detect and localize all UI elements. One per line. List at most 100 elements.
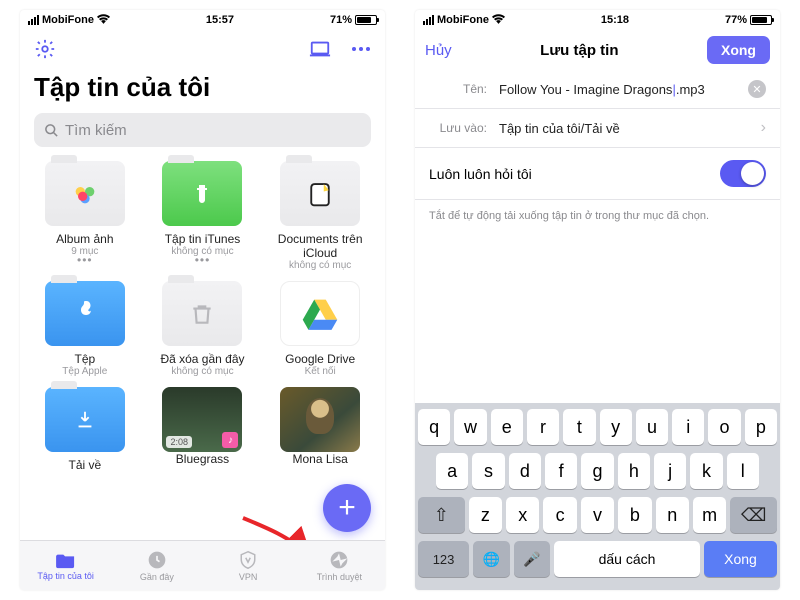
nav-bar: Hủy Lưu tập tin Xong — [415, 30, 780, 70]
key-shift[interactable]: ⇧ — [418, 497, 465, 533]
key-return[interactable]: Xong — [704, 541, 777, 577]
chevron-right-icon: › — [761, 119, 766, 137]
clear-icon[interactable]: ✕ — [748, 80, 766, 98]
tile-bluegrass[interactable]: 2:08 ♪ Bluegrass — [144, 387, 262, 472]
nav-title: Lưu tập tin — [540, 42, 618, 59]
right-screen: MobiFone 15:18 77% Hủy Lưu tập tin Xong … — [415, 10, 780, 590]
filename-input[interactable]: Follow You - Imagine Dragons|.mp3 — [499, 82, 748, 97]
duration-badge: 2:08 — [166, 436, 192, 448]
key-row-4: 123 🌐 🎤 dấu cách Xong — [418, 541, 777, 577]
tile-more-icon[interactable]: ••• — [77, 257, 93, 263]
tile-album[interactable]: Album ảnh 9 mục ••• — [26, 161, 144, 271]
tile-downloads[interactable]: Tải về — [26, 387, 144, 472]
top-toolbar — [20, 30, 385, 68]
cancel-button[interactable]: Hủy — [425, 42, 452, 59]
done-button[interactable]: Xong — [707, 36, 770, 64]
key-o[interactable]: o — [708, 409, 740, 445]
key-space[interactable]: dấu cách — [554, 541, 700, 577]
name-label: Tên: — [429, 82, 487, 96]
signal-icon — [423, 15, 434, 25]
saveto-label: Lưu vào: — [429, 121, 487, 135]
key-x[interactable]: x — [506, 497, 539, 533]
tile-itunes[interactable]: Tập tin iTunes không có mục ••• — [144, 161, 262, 271]
key-mic[interactable]: 🎤 — [514, 541, 550, 577]
carrier-label: MobiFone — [42, 14, 94, 26]
wifi-icon — [492, 14, 505, 27]
tile-icloud[interactable]: Documents trên iCloud không có mục — [261, 161, 379, 271]
battery-pct: 77% — [725, 14, 747, 26]
tab-vpn[interactable]: VPN — [203, 541, 294, 590]
music-icon: ♪ — [222, 432, 238, 448]
key-h[interactable]: h — [618, 453, 650, 489]
tab-bar: Tập tin của tôi Gần đây VPN Trình duyệt — [20, 540, 385, 590]
signal-icon — [28, 15, 39, 25]
image-thumb — [280, 387, 360, 452]
key-b[interactable]: b — [618, 497, 651, 533]
gear-icon[interactable] — [34, 38, 56, 60]
key-d[interactable]: d — [509, 453, 541, 489]
ask-toggle-row: Luôn luôn hỏi tôi — [415, 148, 780, 200]
tile-trash[interactable]: Đã xóa gần đây không có mục — [144, 281, 262, 377]
key-a[interactable]: a — [436, 453, 468, 489]
key-t[interactable]: t — [563, 409, 595, 445]
left-screen: MobiFone 15:57 71% Tập tin của tôi Tìm k… — [20, 10, 385, 590]
tile-files[interactable]: Tệp Tệp Apple — [26, 281, 144, 377]
tile-gdrive[interactable]: Google Drive Kết nối — [261, 281, 379, 377]
filename-row[interactable]: Tên: Follow You - Imagine Dragons|.mp3 ✕ — [415, 70, 780, 109]
key-l[interactable]: l — [727, 453, 759, 489]
key-y[interactable]: y — [600, 409, 632, 445]
clock: 15:18 — [601, 14, 629, 26]
clock: 15:57 — [206, 14, 234, 26]
key-m[interactable]: m — [693, 497, 726, 533]
key-k[interactable]: k — [690, 453, 722, 489]
key-i[interactable]: i — [672, 409, 704, 445]
key-g[interactable]: g — [581, 453, 613, 489]
search-placeholder: Tìm kiếm — [65, 122, 127, 139]
key-123[interactable]: 123 — [418, 541, 469, 577]
key-row-2: a s d f g h j k l — [418, 453, 777, 489]
key-r[interactable]: r — [527, 409, 559, 445]
carrier-label: MobiFone — [437, 14, 489, 26]
tab-browser[interactable]: Trình duyệt — [294, 541, 385, 590]
folder-icon — [280, 161, 360, 226]
toggle-label: Luôn luôn hỏi tôi — [429, 166, 532, 182]
key-p[interactable]: p — [745, 409, 777, 445]
video-thumb: 2:08 ♪ — [162, 387, 242, 452]
keyboard: q w e r t y u i o p a s d f g h j k l ⇧ … — [415, 403, 780, 590]
key-n[interactable]: n — [656, 497, 689, 533]
tab-files[interactable]: Tập tin của tôi — [20, 541, 111, 590]
key-w[interactable]: w — [454, 409, 486, 445]
gdrive-icon — [280, 281, 360, 346]
saveto-row[interactable]: Lưu vào: Tập tin của tôi/Tải về › — [415, 109, 780, 148]
search-icon — [44, 123, 59, 138]
battery-icon — [355, 15, 377, 25]
search-input[interactable]: Tìm kiếm — [34, 113, 371, 147]
key-z[interactable]: z — [469, 497, 502, 533]
folder-icon — [45, 281, 125, 346]
ask-toggle[interactable] — [720, 160, 766, 187]
key-q[interactable]: q — [418, 409, 450, 445]
folder-icon — [45, 387, 125, 452]
key-j[interactable]: j — [654, 453, 686, 489]
laptop-icon[interactable] — [309, 40, 331, 58]
folder-icon — [162, 281, 242, 346]
battery-icon — [750, 15, 772, 25]
status-bar: MobiFone 15:18 77% — [415, 10, 780, 30]
tile-monalisa[interactable]: Mona Lisa — [261, 387, 379, 472]
key-u[interactable]: u — [636, 409, 668, 445]
folder-icon — [162, 161, 242, 226]
key-v[interactable]: v — [581, 497, 614, 533]
hint-text: Tắt để tự động tải xuống tập tin ở trong… — [415, 200, 780, 232]
key-f[interactable]: f — [545, 453, 577, 489]
tab-recent[interactable]: Gần đây — [111, 541, 202, 590]
add-button[interactable]: + — [323, 484, 371, 532]
status-bar: MobiFone 15:57 71% — [20, 10, 385, 30]
key-e[interactable]: e — [491, 409, 523, 445]
wifi-icon — [97, 14, 110, 27]
key-backspace[interactable]: ⌫ — [730, 497, 777, 533]
more-icon[interactable] — [351, 46, 371, 52]
tile-more-icon[interactable]: ••• — [195, 257, 211, 263]
key-c[interactable]: c — [543, 497, 576, 533]
key-s[interactable]: s — [472, 453, 504, 489]
key-globe[interactable]: 🌐 — [473, 541, 509, 577]
